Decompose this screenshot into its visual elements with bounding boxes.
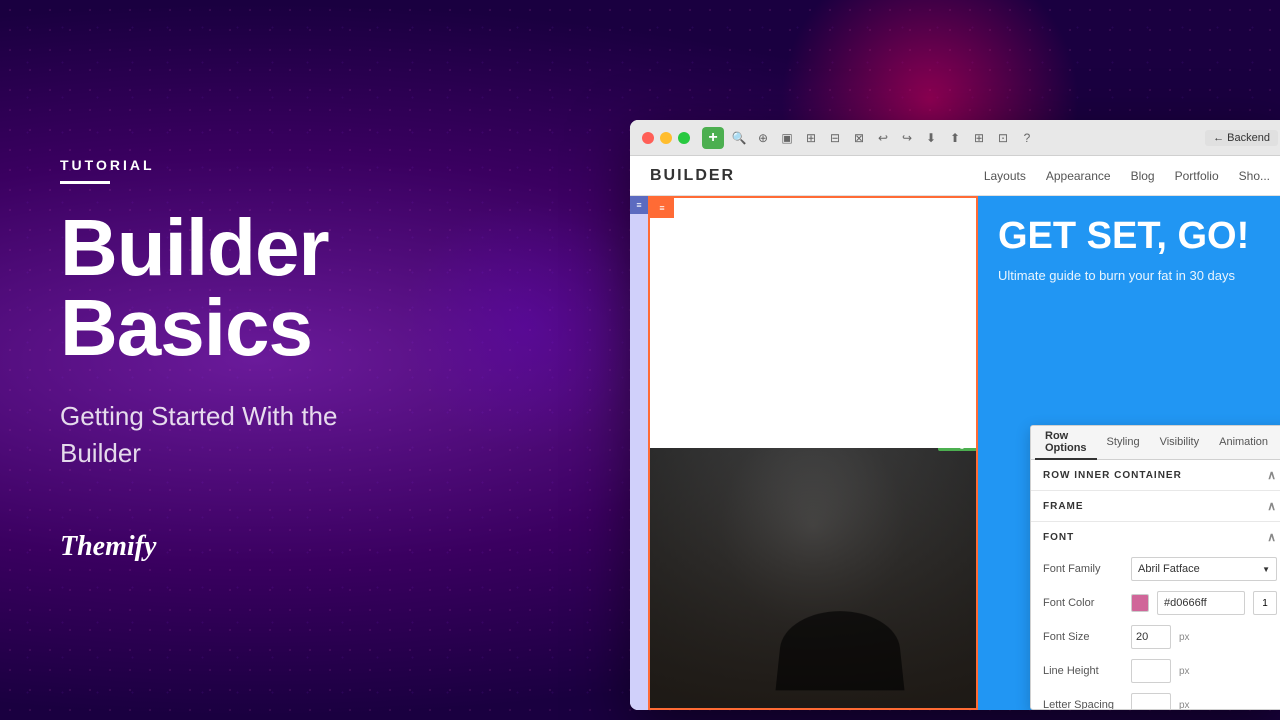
section-title-row-inner: ROW INNER CONTAINER (1043, 470, 1182, 481)
main-title: Builder Basics (60, 208, 590, 368)
options-panel: Row Options Styling Visibility Animation… (1030, 425, 1280, 710)
layout-icon-4[interactable]: ⊟ (826, 129, 844, 147)
chevron-icon-frame: ∧ (1267, 499, 1277, 513)
zoom-icon[interactable]: 🔍 (730, 129, 748, 147)
fitness-image: Image ✏ (650, 448, 976, 708)
row-indicator: ≡ (630, 196, 648, 710)
line-height-input[interactable] (1131, 659, 1171, 683)
tab-animation[interactable]: Animation (1209, 426, 1278, 460)
traffic-light-red[interactable] (642, 132, 654, 144)
download-icon[interactable]: ⬇ (922, 129, 940, 147)
line-height-unit: px (1179, 666, 1190, 677)
browser-chrome: + 🔍 ⊕ ▣ ⊞ ⊟ ⊠ ↩ ↪ ⬇ ⬆ ⊞ ⊡ ? ← Backend (630, 120, 1280, 156)
section-font: FONT ∧ Font Family Abril Fatface ▼ (1031, 522, 1280, 709)
hero-headline-text: GET SET, GO! (998, 215, 1249, 257)
line-height-field: Line Height px (1031, 654, 1280, 688)
nav-link-blog[interactable]: Blog (1131, 169, 1155, 183)
font-color-field: Font Color #d0666ff 1 (1031, 586, 1280, 620)
font-color-input[interactable]: #d0666ff (1157, 591, 1245, 615)
canvas-white-space (650, 198, 976, 458)
font-color-label: Font Color (1043, 597, 1123, 609)
left-panel: TUTORIAL Builder Basics Getting Started … (60, 0, 590, 720)
column-handle[interactable]: ≡ (650, 198, 674, 218)
section-header-row-inner[interactable]: ROW INNER CONTAINER ∧ (1031, 460, 1280, 490)
font-size-unit: px (1179, 632, 1190, 643)
opacity-input[interactable]: 1 (1253, 591, 1277, 615)
layout-icon-3[interactable]: ⊞ (802, 129, 820, 147)
nav-link-shop[interactable]: Sho... (1239, 169, 1270, 183)
nav-link-portfolio[interactable]: Portfolio (1175, 169, 1219, 183)
browser-toolbar: + 🔍 ⊕ ▣ ⊞ ⊟ ⊠ ↩ ↪ ⬇ ⬆ ⊞ ⊡ ? ← Backend (702, 127, 1278, 149)
panel-tabs: Row Options Styling Visibility Animation… (1031, 426, 1280, 460)
builder-nav: BUILDER Layouts Appearance Blog Portfoli… (630, 156, 1280, 196)
font-family-field: Font Family Abril Fatface ▼ (1031, 552, 1280, 586)
browser-window: + 🔍 ⊕ ▣ ⊞ ⊟ ⊠ ↩ ↪ ⬇ ⬆ ⊞ ⊡ ? ← Backend BU… (630, 120, 1280, 710)
panel-body: ROW INNER CONTAINER ∧ FRAME ∧ (1031, 460, 1280, 709)
section-header-font[interactable]: FONT ∧ (1031, 522, 1280, 552)
canvas-right-column: GET SET, GO! Ultimate guide to burn your… (978, 196, 1280, 710)
font-size-label: Font Size (1043, 631, 1123, 643)
font-color-swatch[interactable] (1131, 594, 1149, 612)
redo-icon[interactable]: ↪ (898, 129, 916, 147)
traffic-light-yellow[interactable] (660, 132, 672, 144)
line-height-label: Line Height (1043, 665, 1123, 677)
chevron-icon-row-inner: ∧ (1267, 468, 1277, 482)
dropdown-arrow-icon: ▼ (1262, 565, 1270, 574)
section-row-inner-container: ROW INNER CONTAINER ∧ (1031, 460, 1280, 491)
title-line-1: Builder (60, 203, 329, 292)
letter-spacing-label: Letter Spacing (1043, 699, 1123, 709)
tab-row-options[interactable]: Row Options (1035, 426, 1097, 460)
add-element-button[interactable]: + (702, 127, 724, 149)
font-size-field: Font Size 20 px (1031, 620, 1280, 654)
backend-button[interactable]: ← Backend (1205, 130, 1278, 146)
tab-styling[interactable]: Styling (1097, 426, 1150, 460)
hero-subtext: Ultimate guide to burn your fat in 30 da… (998, 268, 1270, 283)
image-badge-text: Image (944, 448, 969, 449)
undo-icon[interactable]: ↩ (874, 129, 892, 147)
share-icon[interactable]: ⊡ (994, 129, 1012, 147)
builder-brand: BUILDER (650, 167, 984, 185)
font-family-label: Font Family (1043, 563, 1123, 575)
traffic-light-green[interactable] (678, 132, 690, 144)
font-family-value: Abril Fatface (1138, 563, 1200, 575)
tab-visibility[interactable]: Visibility (1150, 426, 1210, 460)
section-title-font: FONT (1043, 532, 1074, 543)
chevron-icon-font: ∧ (1267, 530, 1277, 544)
font-size-input[interactable]: 20 (1131, 625, 1171, 649)
upload-icon[interactable]: ⬆ (946, 129, 964, 147)
section-title-frame: FRAME (1043, 501, 1084, 512)
letter-spacing-field: Letter Spacing px (1031, 688, 1280, 709)
letter-spacing-unit: px (1179, 700, 1190, 710)
letter-spacing-input[interactable] (1131, 693, 1171, 709)
nav-link-layouts[interactable]: Layouts (984, 169, 1026, 183)
builder-canvas: ≡ ≡ Image ✏ (630, 196, 1280, 710)
section-frame: FRAME ∧ (1031, 491, 1280, 522)
canvas-left-column: ≡ Image ✏ (648, 196, 978, 710)
layout-icon-5[interactable]: ⊠ (850, 129, 868, 147)
nav-link-appearance[interactable]: Appearance (1046, 169, 1111, 183)
tutorial-divider (60, 181, 110, 184)
tutorial-label: TUTORIAL (60, 157, 590, 173)
font-family-select[interactable]: Abril Fatface ▼ (1131, 557, 1277, 581)
layout-icon-2[interactable]: ▣ (778, 129, 796, 147)
title-line-2: Basics (60, 283, 312, 372)
image-badge[interactable]: Image ✏ (938, 448, 976, 451)
edit-icon: ✏ (972, 448, 976, 449)
nav-links: Layouts Appearance Blog Portfolio Sho... (984, 169, 1270, 183)
row-handle[interactable]: ≡ (630, 196, 648, 214)
layout-icon-1[interactable]: ⊕ (754, 129, 772, 147)
section-header-frame[interactable]: FRAME ∧ (1031, 491, 1280, 521)
canvas-content: ≡ Image ✏ GET S (648, 196, 1280, 710)
grid-icon[interactable]: ⊞ (970, 129, 988, 147)
traffic-lights (642, 132, 690, 144)
themify-brand: Themify (60, 531, 590, 563)
help-icon[interactable]: ? (1018, 129, 1036, 147)
hero-headline: GET SET, GO! (998, 216, 1270, 258)
subtitle: Getting Started With the Builder (60, 398, 400, 471)
